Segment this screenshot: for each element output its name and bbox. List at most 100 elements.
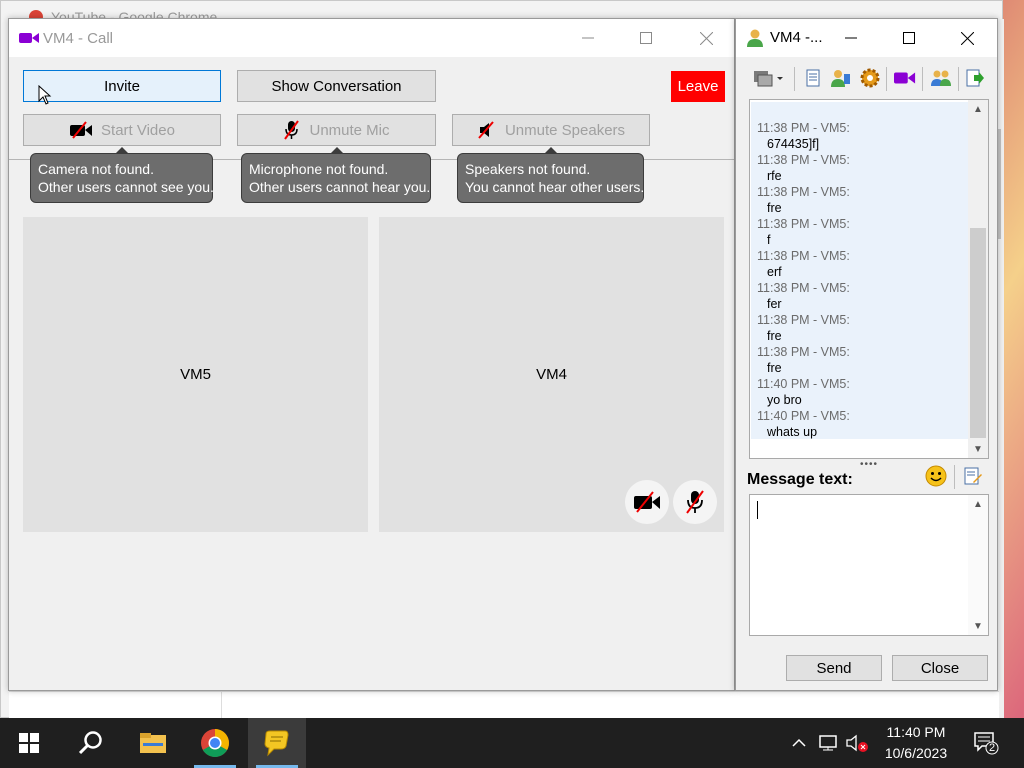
exit-button[interactable] [964,67,986,89]
view-options-icon [754,71,783,87]
participant-tile-vm5[interactable]: VM5 [23,217,368,532]
taskbar: 11:40 PM 10/6/2023 2 [0,718,1024,768]
notification-count: 2 [988,742,996,754]
view-dropdown-button[interactable] [752,67,786,89]
settings-button[interactable] [859,67,881,89]
scroll-down-icon[interactable]: ▼ [968,617,988,635]
chat-window-titlebar[interactable]: VM4 -... [736,19,997,57]
message-header: 11:38 PM - VM5: [757,281,850,295]
start-video-label: Start Video [101,121,175,139]
unmute-mic-label: Unmute Mic [309,121,390,139]
microphone-tooltip-line1: Microphone not found. [249,161,389,177]
participant-tile-vm4[interactable]: VM4 [379,217,724,532]
message-text: 674435]f] [767,137,820,151]
maximize-icon [640,32,652,44]
chat-window-title: VM4 -... [770,29,823,46]
message-history-scrollbar[interactable]: ▲ ▼ [968,100,988,458]
notification-center-button[interactable]: 2 [966,718,1006,768]
camera-tooltip-line1: Camera not found. [38,161,154,177]
speaker-muted-icon [846,734,868,752]
send-label: Send [816,659,852,677]
message-input[interactable]: ▲ ▼ [749,494,989,636]
user-info-button[interactable] [830,67,852,89]
minimize-icon [845,37,857,39]
file-explorer-button[interactable] [124,718,182,768]
message-text: fer [767,297,782,311]
folder-icon [140,733,166,753]
close-button[interactable] [944,19,990,57]
speakers-tooltip: Speakers not found. You cannot hear othe… [457,147,644,203]
text-caret [757,501,758,519]
message-header: 11:40 PM - VM5: [757,377,850,391]
message-header: 11:38 PM - VM5: [757,217,850,231]
chat-app-taskbar-button[interactable] [248,718,306,768]
call-window-titlebar[interactable]: VM4 - Call [9,19,734,57]
scroll-down-icon[interactable]: ▼ [968,440,988,458]
show-conversation-label: Show Conversation [271,77,402,95]
scroll-up-icon[interactable]: ▲ [968,100,988,118]
splitter-handle[interactable]: •••• [860,459,878,470]
emoji-button[interactable] [925,465,947,490]
maximize-button[interactable] [886,19,932,57]
search-button[interactable] [62,718,120,768]
background-content-strip [9,691,999,720]
leave-label: Leave [677,78,719,95]
volume-button[interactable] [844,718,870,768]
show-hidden-icons-button[interactable] [788,718,810,768]
minimize-button[interactable] [828,19,874,57]
smiley-icon [925,465,947,487]
network-button[interactable] [816,718,840,768]
message-list: 11:38 PM - VM5: 674435]f] 11:38 PM - VM5: r… [751,102,969,439]
scroll-up-icon[interactable]: ▲ [968,495,988,513]
network-icon [819,735,837,751]
chrome-icon [201,729,229,757]
message-text-label: Message text: [747,471,853,488]
microphone-off-icon [284,120,300,140]
close-chat-button[interactable]: Close [892,655,988,681]
leave-button[interactable]: Leave [671,71,725,102]
message-header: 11:38 PM - VM5: [757,313,850,327]
message-text: whats up [767,425,818,439]
unmute-speakers-button[interactable]: Unmute Speakers [452,114,650,146]
message-text: erf [767,265,782,279]
tile-mic-toggle[interactable] [673,480,717,524]
show-conversation-button[interactable]: Show Conversation [237,70,436,102]
user-info-icon [831,70,850,87]
video-off-icon [70,121,93,139]
message-header: 11:40 PM - VM5: [757,409,850,423]
chrome-taskbar-button[interactable] [186,718,244,768]
close-icon [960,31,974,45]
message-input-scrollbar[interactable]: ▲ ▼ [968,495,988,635]
send-button[interactable]: Send [786,655,882,681]
windows-logo-icon [19,733,39,753]
message-header: 11:38 PM - VM5: [757,249,850,263]
invite-button[interactable]: Invite [23,70,221,102]
speakers-tooltip-line1: Speakers not found. [465,161,591,177]
message-text: yo bro [767,393,802,407]
add-user-icon [931,70,951,86]
note-edit-icon [964,467,982,485]
start-button[interactable] [0,718,58,768]
microphone-tooltip-line2: Other users cannot hear you. [249,179,431,195]
add-user-button[interactable] [930,67,952,89]
participant-name: VM5 [180,366,211,383]
unmute-mic-button[interactable]: Unmute Mic [237,114,436,146]
tile-video-toggle[interactable] [625,480,669,524]
scroll-thumb[interactable] [970,228,986,438]
gear-icon [860,68,880,88]
close-button[interactable] [683,19,729,57]
speaker-off-icon [478,121,494,139]
chat-window: VM4 -... 11:38 PM - VM5: 674435]f] 11:38… [735,18,998,691]
video-call-button[interactable] [894,67,916,89]
message-header: 11:38 PM - VM5: [757,345,850,359]
clock[interactable]: 11:40 PM 10/6/2023 [874,722,958,764]
search-icon [78,731,102,755]
start-video-button[interactable]: Start Video [23,114,221,146]
maximize-button[interactable] [623,19,669,57]
edit-note-button[interactable] [963,466,983,489]
call-window-title: VM4 - Call [43,30,114,47]
message-history[interactable]: 11:38 PM - VM5: 674435]f] 11:38 PM - VM5: r… [749,99,989,459]
history-button[interactable] [802,67,824,89]
close-icon [699,31,713,45]
minimize-button[interactable] [565,19,611,57]
